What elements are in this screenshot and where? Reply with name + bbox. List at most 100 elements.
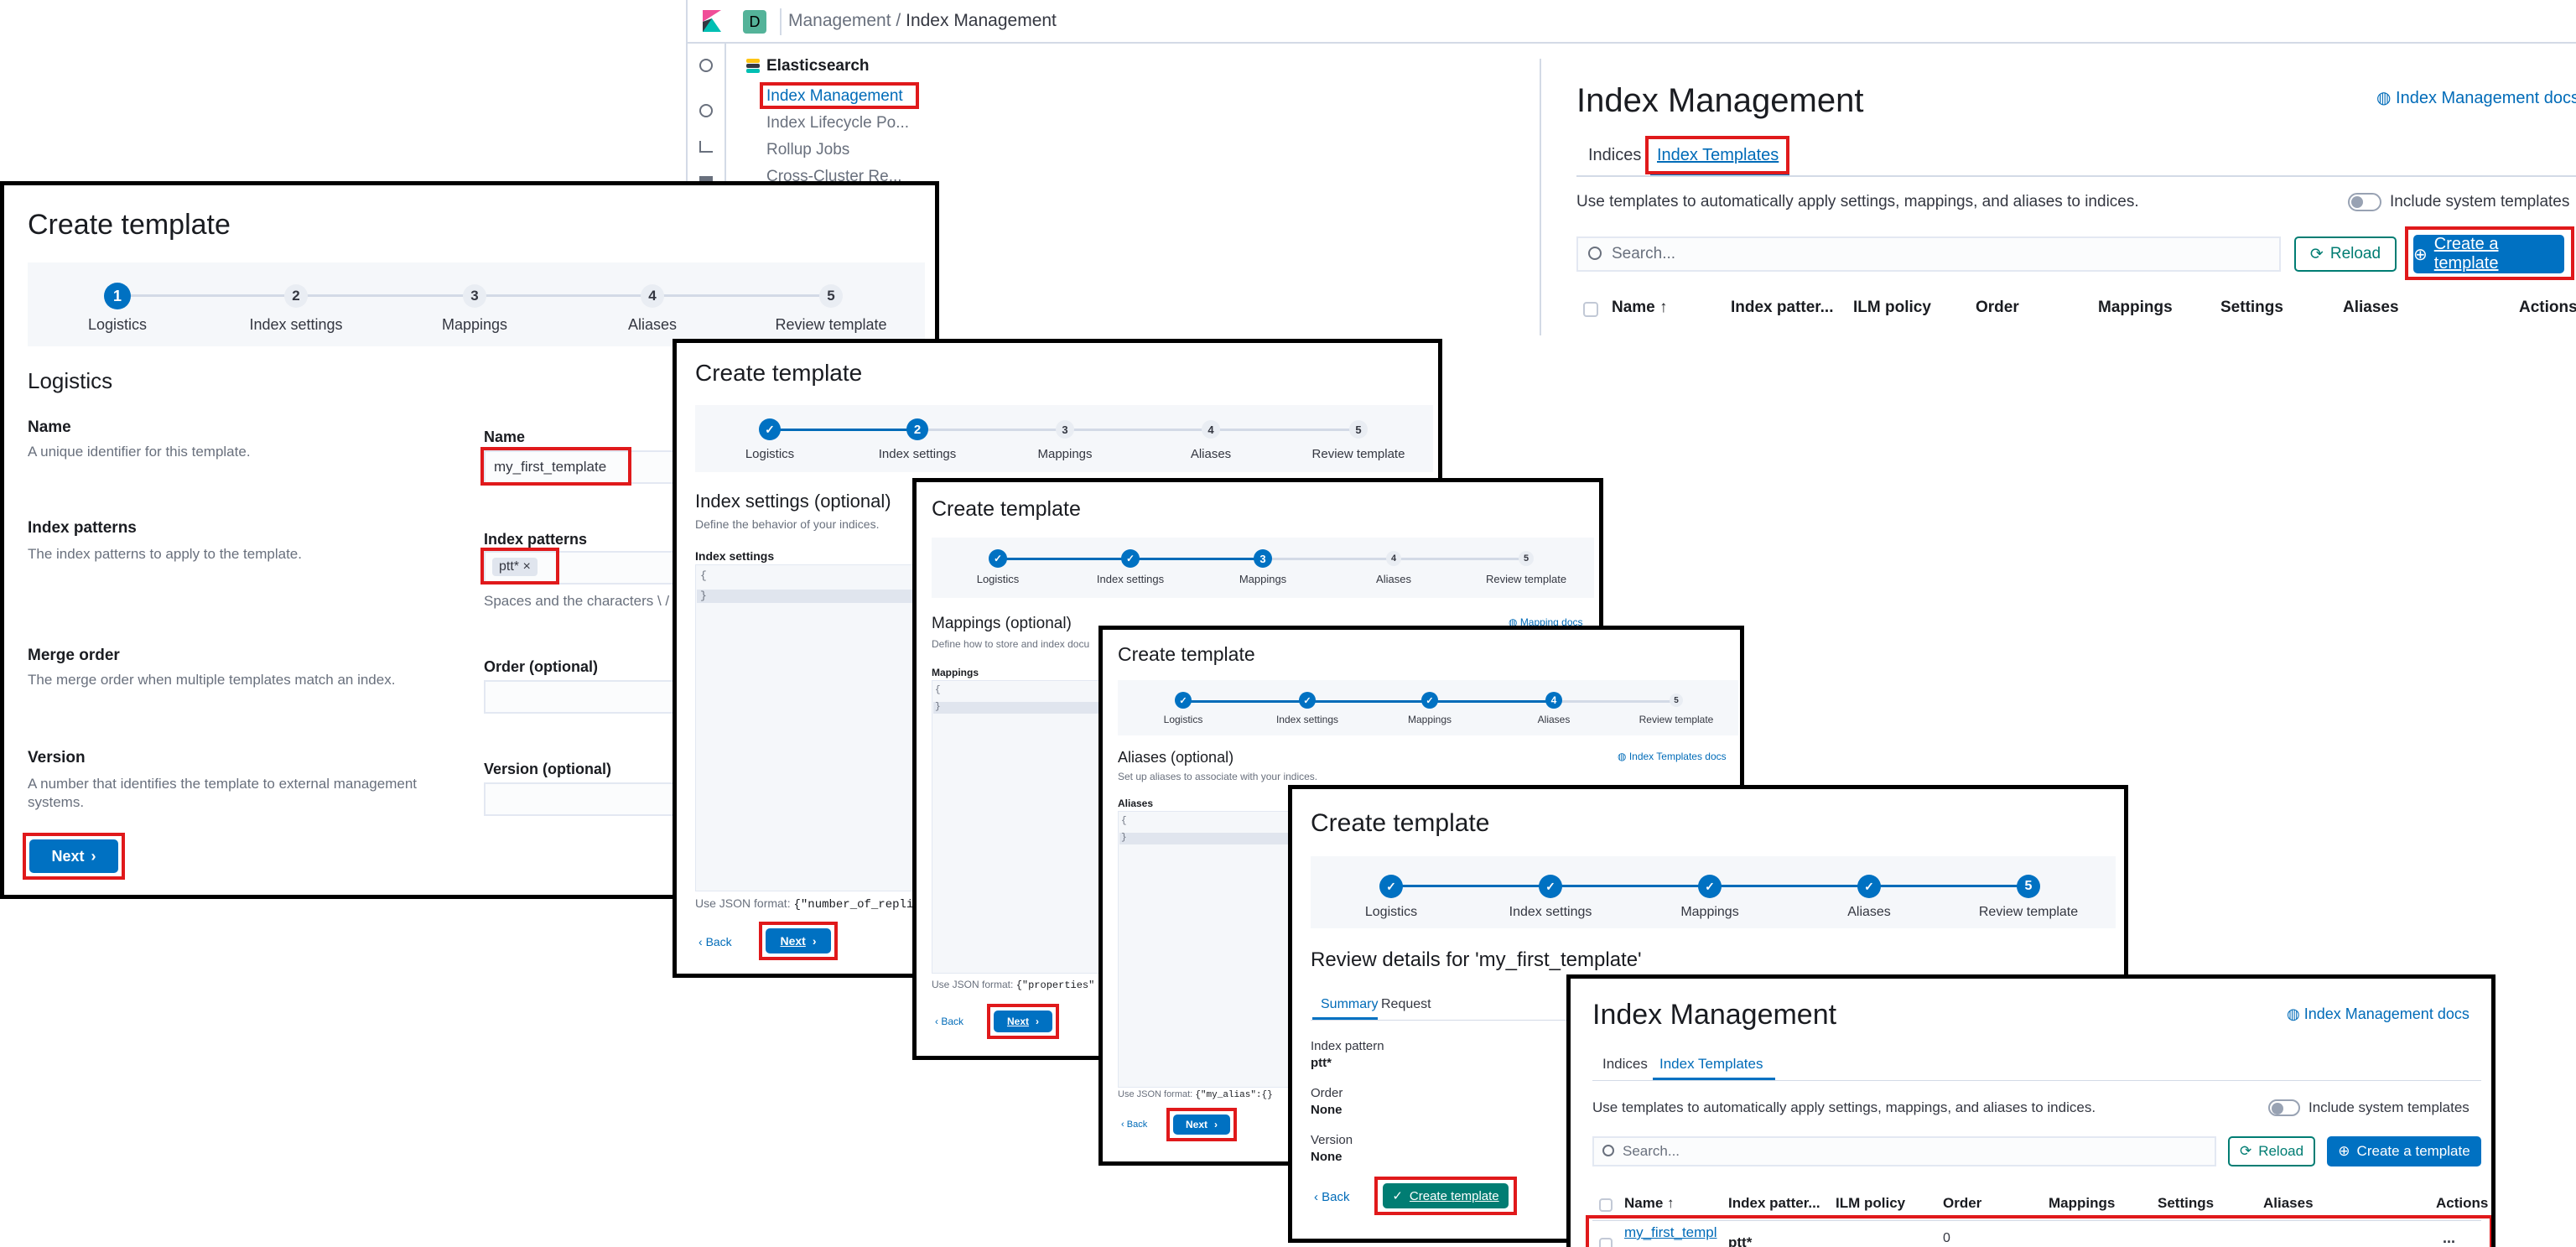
mo-title: Merge order [28,647,120,664]
step-4-circle[interactable]: 4 [1545,692,1562,709]
back-button[interactable]: ‹ Back [935,1016,963,1027]
help-text: Use JSON format: {"number_of_repli [695,896,914,912]
step-3-circle[interactable]: ✓ [1421,692,1438,709]
panel-title: Create template [28,209,231,241]
page-title: Index Management [1576,82,1864,119]
system-templates-toggle[interactable] [2268,1099,2300,1116]
step-5-circle[interactable]: 5 [2017,875,2040,898]
col-name[interactable]: Name ↑ [1624,1195,1675,1212]
step-5-circle[interactable]: 5 [1670,694,1683,707]
step-1-circle[interactable]: ✓ [989,549,1007,568]
discover-icon[interactable] [699,104,713,117]
kibana-window: D Management / Index Management Elastics… [686,0,2576,335]
col-actions[interactable]: Actions [2519,299,2576,317]
step-5-circle[interactable]: 5 [819,284,843,308]
step-2-circle[interactable]: ✓ [1539,875,1562,898]
tab-indices[interactable]: Indices [1602,1056,1648,1073]
step-5-circle[interactable]: 5 [1519,551,1534,566]
step-1-circle[interactable]: 1 [104,283,131,309]
select-all-checkbox[interactable] [1599,1198,1613,1212]
step-4-circle[interactable]: ✓ [1857,875,1881,898]
step-3-label: Mappings [441,316,508,333]
step-1-circle[interactable]: ✓ [1379,875,1403,898]
recent-icon[interactable] [699,59,713,72]
version-title: Version [28,749,86,766]
back-button[interactable]: ‹ Back [699,935,732,948]
sidebar-item-ilm[interactable]: Index Lifecycle Po... [766,114,909,132]
docs-link[interactable]: ◍ Index Management docs [2287,1005,2470,1023]
reload-button[interactable]: ⟳ Reload [2228,1136,2315,1166]
highlight-tab [1645,136,1789,174]
tab-request[interactable]: Request [1381,997,1431,1012]
step-2-circle[interactable]: 2 [906,418,928,440]
step-3-label: Mappings [1407,714,1452,725]
col-ilm-policy[interactable]: ILM policy [1836,1195,1905,1212]
section-title: Aliases (optional) [1118,749,1234,766]
step-3-circle[interactable]: 3 [1254,549,1272,568]
col-index-pattern[interactable]: Index patter... [1731,299,1833,317]
step-2-circle[interactable]: ✓ [1121,549,1140,568]
tab-index-templates[interactable]: Index Templates [1659,1056,1763,1073]
templates-docs-link[interactable]: ◍ Index Templates docs [1618,751,1727,762]
search-input[interactable] [1576,236,2281,272]
docs-link[interactable]: ◍ Index Management docs [2376,87,2576,108]
col-mappings[interactable]: Mappings [2098,299,2173,317]
col-aliases[interactable]: Aliases [2343,299,2399,317]
step-4-circle[interactable]: 4 [1386,551,1401,566]
step-1-circle[interactable]: ✓ [759,418,781,440]
panel-title: Create template [695,360,863,386]
step-3-circle[interactable]: 3 [1056,420,1074,439]
sidebar-item-rollup[interactable]: Rollup Jobs [766,141,849,159]
col-ilm-policy[interactable]: ILM policy [1853,299,1931,317]
reload-button[interactable]: ⟳ Reload [2294,236,2397,272]
tab-indices[interactable]: Indices [1588,146,1641,165]
col-aliases[interactable]: Aliases [2263,1195,2314,1212]
step-3-circle[interactable]: ✓ [1698,875,1722,898]
system-templates-toggle[interactable] [2348,193,2381,211]
step-5-label: Review template [1639,714,1714,725]
search-input[interactable] [1592,1136,2216,1166]
help-text: Use JSON format: {"my_alias":{} [1118,1089,1273,1100]
col-name[interactable]: Name ↑ [1612,299,1668,317]
version-value: None [1311,1150,1343,1164]
create-template-button[interactable]: ⊕ Create a template [2327,1136,2481,1166]
step-2-circle[interactable]: ✓ [1299,692,1316,709]
index-management-result: Index Management ◍ Index Management docs… [1566,974,2496,1247]
kibana-logo-icon[interactable] [703,10,721,32]
header-bar: D Management / Index Management [688,0,2576,44]
highlight-next [1166,1108,1237,1141]
col-mappings[interactable]: Mappings [2049,1195,2115,1212]
space-avatar[interactable]: D [743,10,766,34]
back-button[interactable]: ‹ Back [1121,1120,1147,1130]
select-all-checkbox[interactable] [1583,302,1598,317]
visualize-icon[interactable] [699,141,713,153]
plus-circle-icon: ⊕ [2338,1143,2350,1159]
code-close: } [935,702,941,712]
step-2-circle[interactable]: 2 [284,284,308,308]
col-index-pattern[interactable]: Index patter... [1728,1195,1820,1212]
breadcrumb-management[interactable]: Management [788,11,891,30]
col-order[interactable]: Order [1976,299,2019,317]
highlight-index-management [760,82,919,109]
step-4-label: Aliases [1190,447,1232,461]
step-4-circle[interactable]: 4 [1202,420,1220,439]
col-settings[interactable]: Settings [2220,299,2283,317]
col-settings[interactable]: Settings [2158,1195,2214,1212]
step-3-circle[interactable]: 3 [463,284,486,308]
section-desc: Define the behavior of your indices. [695,517,880,531]
col-actions[interactable]: Actions [2436,1195,2488,1212]
search-icon [1602,1145,1614,1156]
col-order[interactable]: Order [1943,1195,1981,1212]
step-line-done [771,429,918,431]
code-close: } [1121,833,1127,843]
tab-summary[interactable]: Summary [1321,997,1378,1012]
order-label: Order (optional) [484,658,598,675]
step-4-circle[interactable]: 4 [641,284,664,308]
editor-label: Mappings [932,667,979,678]
description-text: Use templates to automatically apply set… [1592,1099,2096,1115]
step-1-circle[interactable]: ✓ [1175,692,1192,709]
search-placeholder: Search... [1612,245,1676,262]
version-desc-2: systems. [28,794,85,810]
step-5-circle[interactable]: 5 [1349,420,1368,439]
back-button[interactable]: ‹ Back [1314,1190,1350,1204]
